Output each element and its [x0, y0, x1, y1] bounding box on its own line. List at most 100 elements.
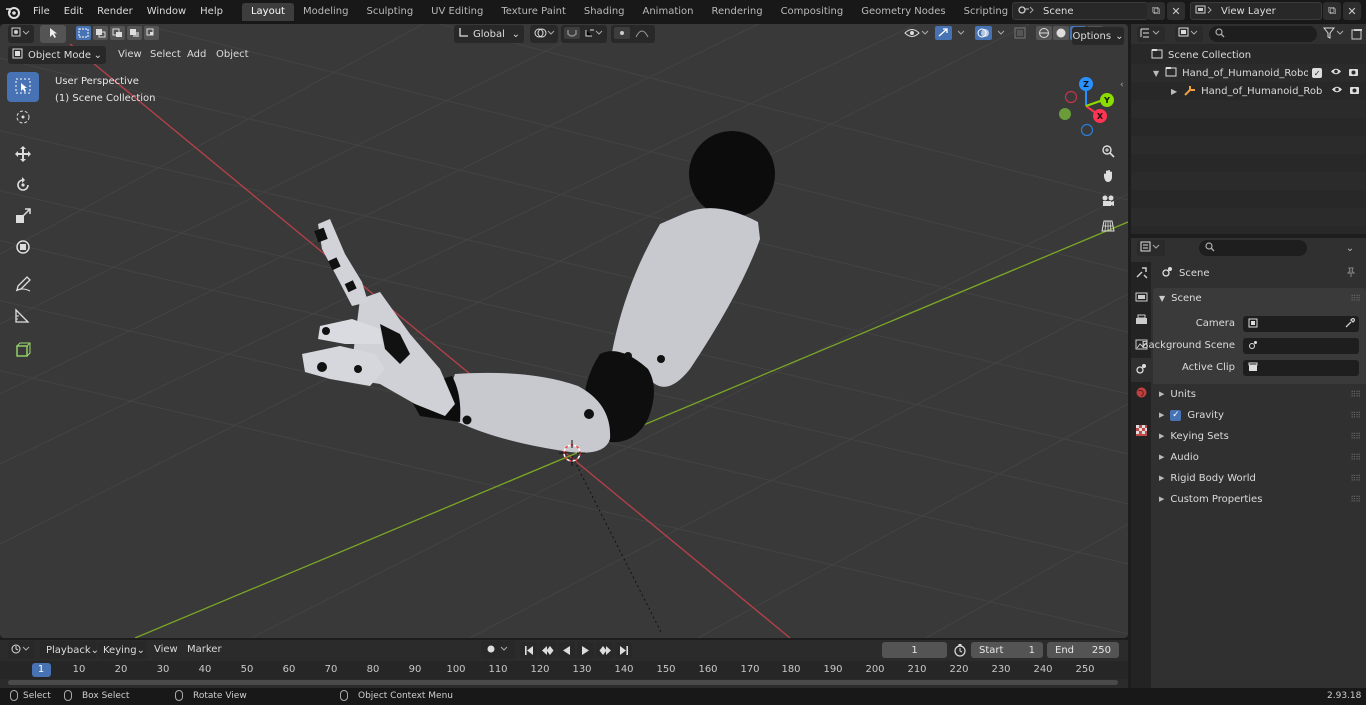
- delete-scene-icon[interactable]: ✕: [1167, 2, 1185, 20]
- xray-toggle-button[interactable]: [1013, 25, 1029, 43]
- drag-grip-icon[interactable]: ⠿⠿: [1350, 390, 1361, 399]
- rigid-body-world-panel-header[interactable]: ▶ Rigid Body World ⠿⠿: [1153, 468, 1366, 488]
- timeline-editor-type-button[interactable]: [8, 641, 34, 659]
- tab-shading[interactable]: Shading: [575, 3, 634, 21]
- play-icon[interactable]: [577, 642, 594, 658]
- current-frame-field[interactable]: 1: [882, 642, 947, 658]
- audio-panel-header[interactable]: ▶ Audio ⠿⠿: [1153, 447, 1366, 467]
- tool-cursor[interactable]: [7, 103, 39, 133]
- expand-chevron-right-icon[interactable]: ▶: [1171, 87, 1177, 96]
- viewport-menu-select[interactable]: Select: [150, 46, 181, 64]
- select-subtract-icon[interactable]: [110, 25, 125, 43]
- eye-visibility-icon[interactable]: [1331, 85, 1343, 97]
- view-layer-selector[interactable]: View Layer: [1190, 2, 1322, 20]
- menu-window[interactable]: Window: [140, 0, 193, 24]
- select-tool-button[interactable]: [40, 25, 66, 43]
- jump-end-icon[interactable]: [615, 642, 632, 658]
- menu-edit[interactable]: Edit: [57, 0, 90, 24]
- menu-file[interactable]: File: [26, 0, 57, 24]
- viewport-menu-add[interactable]: Add: [187, 46, 206, 64]
- tab-render[interactable]: [1131, 286, 1151, 310]
- pan-view-hand-icon[interactable]: [1097, 165, 1119, 187]
- tool-scale[interactable]: [7, 202, 39, 232]
- tab-geometry-nodes[interactable]: Geometry Nodes: [852, 3, 954, 21]
- gizmo-toggle-button[interactable]: [932, 25, 968, 43]
- new-scene-icon[interactable]: ⧉: [1147, 2, 1165, 20]
- custom-properties-panel-header[interactable]: ▶ Custom Properties ⠿⠿: [1153, 489, 1366, 509]
- overlay-toggle-button[interactable]: [972, 25, 1008, 43]
- solid-shading-icon[interactable]: [1053, 25, 1069, 43]
- wireframe-shading-icon[interactable]: [1036, 25, 1052, 43]
- blender-logo-icon[interactable]: [0, 0, 26, 24]
- tab-layout[interactable]: Layout: [241, 3, 294, 21]
- background-scene-field[interactable]: [1243, 338, 1359, 354]
- properties-editor-type-button[interactable]: [1137, 240, 1165, 256]
- tool-add-cube[interactable]: [7, 336, 39, 366]
- timeline-scrollbar[interactable]: [8, 680, 1118, 685]
- camera-render-icon[interactable]: [1348, 67, 1359, 80]
- start-frame-field[interactable]: Start 1: [971, 642, 1043, 658]
- tab-scripting[interactable]: Scripting: [955, 3, 1017, 21]
- select-new-icon[interactable]: [76, 25, 91, 43]
- playback-menu[interactable]: Playback ⌄: [40, 641, 99, 659]
- drag-grip-icon[interactable]: ⠿⠿: [1350, 411, 1361, 420]
- tool-annotate[interactable]: [7, 270, 39, 300]
- expand-chevron-down-icon[interactable]: ▼: [1153, 69, 1159, 78]
- object-mode-select[interactable]: Object Mode ⌄: [8, 46, 106, 64]
- camera-view-icon[interactable]: [1097, 190, 1119, 212]
- play-reverse-icon[interactable]: [558, 642, 575, 658]
- gravity-panel-header[interactable]: ▶ ✓ Gravity ⠿⠿: [1153, 405, 1366, 425]
- jump-start-icon[interactable]: [520, 642, 537, 658]
- gizmo-y-axis[interactable]: Y: [1100, 93, 1114, 107]
- camera-field[interactable]: [1243, 316, 1359, 332]
- jump-keyframe-forward-icon[interactable]: [596, 642, 613, 658]
- eyedropper-icon[interactable]: [1345, 316, 1356, 331]
- new-collection-icon[interactable]: [1349, 26, 1365, 42]
- display-mode-button[interactable]: [1175, 26, 1203, 42]
- select-extend-icon[interactable]: [93, 25, 108, 43]
- tab-world[interactable]: [1131, 382, 1151, 406]
- menu-help[interactable]: Help: [193, 0, 230, 24]
- drag-grip-icon[interactable]: ⠿⠿: [1350, 474, 1361, 483]
- tab-tool[interactable]: [1131, 262, 1151, 286]
- tab-sculpting[interactable]: Sculpting: [357, 3, 422, 21]
- editor-type-button[interactable]: [8, 25, 34, 43]
- outliner-editor-type-button[interactable]: [1137, 26, 1165, 42]
- select-intersect-icon[interactable]: [144, 25, 159, 43]
- tab-animation[interactable]: Animation: [634, 3, 703, 21]
- visibility-filter-button[interactable]: [901, 25, 931, 43]
- tab-texture-paint[interactable]: Texture Paint: [492, 3, 575, 21]
- outliner-row-armature[interactable]: ▶ Hand_of_Humanoid_Rob: [1131, 82, 1366, 100]
- sidebar-collapse-chevron-icon[interactable]: ‹: [1120, 80, 1124, 90]
- tool-rotate[interactable]: [7, 171, 39, 201]
- viewport-menu-object[interactable]: Object: [216, 46, 249, 64]
- options-button[interactable]: Options ⌄: [1072, 27, 1124, 45]
- end-frame-field[interactable]: End 250: [1047, 642, 1119, 658]
- outliner-row-scene-collection[interactable]: Scene Collection: [1131, 46, 1366, 64]
- gizmo-x-axis[interactable]: X: [1093, 109, 1107, 123]
- jump-keyframe-back-icon[interactable]: [539, 642, 556, 658]
- 3d-viewport[interactable]: Z X Y Global ⌄ Options ⌄ Object Mode ⌄ V…: [0, 24, 1128, 638]
- frame-ruler[interactable]: 1 10 20 30 40 50 60 70 80 90 100 110 120…: [0, 661, 1128, 679]
- keying-menu[interactable]: Keying ⌄: [98, 641, 146, 659]
- outliner-search-input[interactable]: [1209, 26, 1317, 42]
- perspective-toggle-grid-icon[interactable]: [1097, 215, 1119, 237]
- tab-uv-editing[interactable]: UV Editing: [422, 3, 492, 21]
- gizmo-z-axis[interactable]: Z: [1079, 77, 1093, 91]
- transform-orientation-select[interactable]: Global ⌄: [454, 25, 524, 43]
- stopwatch-icon[interactable]: [953, 643, 967, 660]
- keying-sets-panel-header[interactable]: ▶ Keying Sets ⠿⠿: [1153, 426, 1366, 446]
- zoom-view-icon[interactable]: [1097, 140, 1119, 162]
- tab-texture[interactable]: [1131, 420, 1151, 444]
- viewport-menu-view[interactable]: View: [118, 46, 142, 64]
- camera-render-icon[interactable]: [1349, 85, 1360, 98]
- timeline-menu-marker[interactable]: Marker: [187, 641, 222, 659]
- active-clip-field[interactable]: [1243, 360, 1359, 376]
- scene-panel-header[interactable]: ▼ Scene ⠿⠿: [1153, 288, 1366, 308]
- new-view-layer-icon[interactable]: ⧉: [1323, 2, 1341, 20]
- units-panel-header[interactable]: ▶ Units ⠿⠿: [1153, 384, 1366, 404]
- select-invert-icon[interactable]: [127, 25, 142, 43]
- exclude-checkbox[interactable]: ✓: [1312, 68, 1323, 78]
- delete-view-layer-icon[interactable]: ✕: [1343, 2, 1361, 20]
- pin-icon[interactable]: [1346, 267, 1356, 280]
